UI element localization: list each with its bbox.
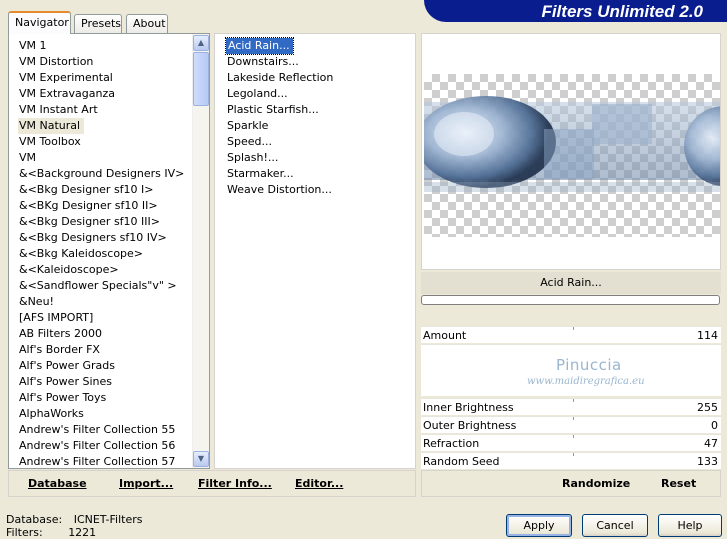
filter-item[interactable]: Legoland... bbox=[215, 86, 415, 102]
slider-tick bbox=[573, 435, 574, 438]
param-slider[interactable]: Outer Brightness 0 bbox=[421, 416, 721, 433]
preview-effect-graphic bbox=[416, 96, 727, 192]
filter-item[interactable]: Splash!... bbox=[215, 150, 415, 166]
filter-info-button[interactable]: Filter Info... bbox=[198, 477, 272, 490]
filter-item[interactable]: Weave Distortion... bbox=[215, 182, 415, 198]
category-item[interactable]: AB Filters 2000 bbox=[9, 326, 193, 342]
left-button-bar: Database Import... Filter Info... Editor… bbox=[8, 470, 416, 497]
param-value: 133 bbox=[697, 455, 718, 468]
category-item[interactable]: Andrew's Filter Collection 55 bbox=[9, 422, 193, 438]
filter-item[interactable]: Sparkle bbox=[215, 118, 415, 134]
param-value: 47 bbox=[704, 437, 718, 450]
category-item[interactable]: &<Bkg Designers sf10 IV> bbox=[9, 230, 193, 246]
slider-tick bbox=[573, 399, 574, 402]
category-item[interactable]: &<Background Designers IV> bbox=[9, 166, 193, 182]
slider-tick bbox=[573, 453, 574, 456]
slider-tick bbox=[573, 417, 574, 420]
category-item[interactable]: &<Bkg Designer sf10 I> bbox=[9, 182, 193, 198]
filter-item[interactable]: Downstairs... bbox=[215, 54, 415, 70]
progress-bar bbox=[421, 295, 720, 305]
category-item[interactable]: &<Bkg Kaleidoscope> bbox=[9, 246, 193, 262]
category-item[interactable]: Andrew's Filter Collection 56 bbox=[9, 438, 193, 454]
category-item[interactable]: Alf's Power Grads bbox=[9, 358, 193, 374]
filter-list-panel: Acid Rain... Downstairs... Lakeside Reflec… bbox=[214, 33, 416, 469]
filter-item[interactable]: Starmaker... bbox=[215, 166, 415, 182]
category-list[interactable]: VM 1 VM Distortion VM Experimental VM Extra… bbox=[9, 34, 193, 468]
reset-button[interactable]: Reset bbox=[661, 477, 696, 490]
apply-button[interactable]: Apply bbox=[506, 514, 572, 537]
category-item[interactable]: &Neu! bbox=[9, 294, 193, 310]
filter-item[interactable]: Acid Rain... bbox=[215, 37, 415, 55]
database-value: ICNET-Filters bbox=[73, 513, 143, 526]
app-banner: Filters Unlimited 2.0 bbox=[424, 0, 727, 22]
param-label: Refraction bbox=[423, 437, 480, 450]
category-item[interactable]: VM Experimental bbox=[9, 70, 193, 86]
tab-navigator[interactable]: Navigator bbox=[8, 11, 71, 34]
param-slider[interactable]: Refraction 47 bbox=[421, 434, 721, 451]
scroll-up-button[interactable]: ▲ bbox=[193, 35, 209, 51]
filter-list[interactable]: Acid Rain... Downstairs... Lakeside Reflec… bbox=[215, 34, 415, 198]
tab-about[interactable]: About bbox=[126, 14, 168, 33]
category-item[interactable]: VM 1 bbox=[9, 38, 193, 54]
param-label: Inner Brightness bbox=[423, 401, 514, 414]
database-label: Database: bbox=[6, 513, 63, 526]
category-item[interactable]: Andrew's Filter Collection 57 bbox=[9, 454, 193, 468]
randomize-button[interactable]: Randomize bbox=[562, 477, 630, 490]
watermark-site: www.maidiregrafica.eu bbox=[527, 376, 645, 387]
database-info: Database: ICNET-Filters bbox=[6, 513, 142, 526]
category-item[interactable]: Alf's Border FX bbox=[9, 342, 193, 358]
filter-item[interactable]: Lakeside Reflection bbox=[215, 70, 415, 86]
category-item[interactable]: VM bbox=[9, 150, 193, 166]
param-slider[interactable]: Amount 114 bbox=[421, 326, 721, 343]
help-button[interactable]: Help bbox=[658, 514, 722, 537]
filter-item[interactable]: Speed... bbox=[215, 134, 415, 150]
right-button-bar: Randomize Reset bbox=[421, 470, 721, 497]
category-scrollbar[interactable]: ▲ ▼ bbox=[192, 34, 209, 468]
current-filter-label: Acid Rain... bbox=[421, 272, 721, 294]
param-label: Random Seed bbox=[423, 455, 500, 468]
watermark-name: Pinuccia bbox=[556, 356, 622, 374]
param-slider[interactable]: Random Seed 133 bbox=[421, 452, 721, 469]
category-item[interactable]: &<Bkg Designer sf10 III> bbox=[9, 214, 193, 230]
filter-item[interactable]: Plastic Starfish... bbox=[215, 102, 415, 118]
scroll-thumb[interactable] bbox=[193, 52, 209, 106]
param-slider[interactable]: Inner Brightness 255 bbox=[421, 398, 721, 415]
category-item[interactable]: VM Extravaganza bbox=[9, 86, 193, 102]
scroll-down-button[interactable]: ▼ bbox=[193, 451, 209, 467]
category-item[interactable]: Alf's Power Toys bbox=[9, 390, 193, 406]
category-item[interactable]: VM Toolbox bbox=[9, 134, 193, 150]
slider-tick bbox=[573, 327, 574, 330]
category-item[interactable]: VM Natural bbox=[9, 118, 193, 134]
category-item[interactable]: &<BKg Designer sf10 II> bbox=[9, 198, 193, 214]
filter-item-selected[interactable]: Acid Rain... bbox=[225, 37, 294, 55]
param-value: 255 bbox=[697, 401, 718, 414]
database-button[interactable]: Database bbox=[28, 477, 87, 490]
category-item[interactable]: &<Sandflower Specials"v" > bbox=[9, 278, 193, 294]
category-item[interactable]: Alf's Power Sines bbox=[9, 374, 193, 390]
import-button[interactable]: Import... bbox=[119, 477, 173, 490]
category-item[interactable]: AlphaWorks bbox=[9, 406, 193, 422]
category-item[interactable]: VM Instant Art bbox=[9, 102, 193, 118]
category-item[interactable]: [AFS IMPORT] bbox=[9, 310, 193, 326]
category-item[interactable]: &<Kaleidoscope> bbox=[9, 262, 193, 278]
preview-panel bbox=[416, 33, 727, 270]
category-list-panel: VM 1 VM Distortion VM Experimental VM Extra… bbox=[8, 33, 210, 469]
tab-presets[interactable]: Presets bbox=[74, 14, 122, 33]
category-item[interactable]: VM Distortion bbox=[9, 54, 193, 70]
preview-image bbox=[416, 74, 727, 237]
editor-button[interactable]: Editor... bbox=[295, 477, 343, 490]
param-value: 0 bbox=[711, 419, 718, 432]
category-item-selected[interactable]: VM Natural bbox=[18, 118, 85, 134]
param-label: Outer Brightness bbox=[423, 419, 517, 432]
cancel-button[interactable]: Cancel bbox=[582, 514, 648, 537]
param-label: Amount bbox=[423, 329, 467, 342]
param-value: 114 bbox=[697, 329, 718, 342]
